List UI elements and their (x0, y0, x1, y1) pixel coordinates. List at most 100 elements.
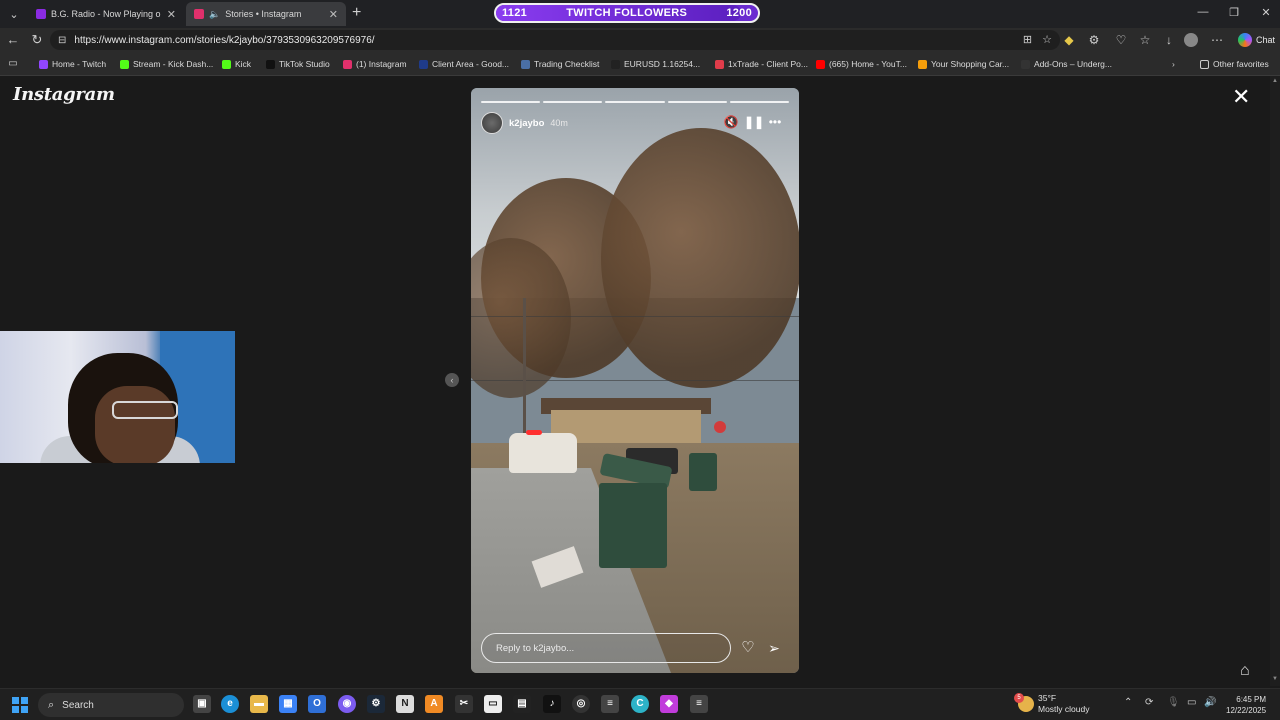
bookmark-label: Home - Twitch (52, 59, 107, 69)
microphone-icon[interactable]: 🎙 (1167, 697, 1180, 708)
other-favorites-folder[interactable]: Other favorites (1200, 57, 1269, 71)
start-menu-icon[interactable] (12, 697, 28, 713)
tab-list-dropdown-icon[interactable]: ⌄ (4, 4, 24, 24)
downloads-icon[interactable]: ↓ (1160, 31, 1178, 49)
story-scene-wire (471, 380, 799, 381)
tab-instagram-stories[interactable]: 🔈 Stories • Instagram ✕ (186, 2, 346, 26)
chrome-icon[interactable]: ◎ (572, 695, 590, 713)
close-story-icon[interactable]: ✕ (1232, 86, 1250, 108)
app-available-icon[interactable]: ⊞ (1023, 33, 1032, 46)
mute-icon[interactable]: 🔇 (723, 115, 739, 129)
instagram-logo[interactable]: Instagram (13, 84, 115, 105)
volume-icon[interactable]: 🔊 (1204, 697, 1216, 708)
profile-avatar-icon[interactable] (1184, 33, 1198, 47)
bookmark-item[interactable]: 1xTrade - Client Po... (715, 57, 808, 71)
progress-segment (481, 101, 541, 103)
extension-icon[interactable]: ◆ (1060, 31, 1078, 49)
bookmark-label: Client Area - Good... (432, 59, 510, 69)
chat-label: Chat (1256, 35, 1276, 45)
bookmark-item[interactable]: Client Area - Good... (419, 57, 509, 71)
site-info-icon[interactable]: ⊟ (58, 35, 66, 46)
app-stack-icon[interactable]: ≡ (690, 695, 708, 713)
story-scene-police-car (509, 433, 577, 473)
close-tab-icon[interactable]: ✕ (329, 8, 338, 21)
bookmark-item[interactable]: Trading Checklist (521, 57, 599, 71)
bookmark-item[interactable]: Stream - Kick Dash... (120, 57, 213, 71)
search-icon: ⌕ (48, 698, 55, 711)
story-scene-trash-bin (689, 453, 717, 491)
reply-input[interactable]: Reply to k2jaybo... (481, 633, 731, 663)
more-menu-icon[interactable]: ⋯ (1208, 31, 1226, 49)
scroll-down-icon[interactable]: ▼ (1272, 676, 1278, 682)
tab-actions-icon[interactable]: ▭ (4, 55, 22, 73)
bookmark-item[interactable]: Home - Twitch (39, 57, 106, 71)
progress-segment (667, 101, 727, 103)
new-tab-icon[interactable]: + (352, 4, 361, 22)
copilot-chat-button[interactable]: Chat (1232, 30, 1280, 50)
edge-browser-icon[interactable]: e (221, 695, 239, 713)
speaker-icon[interactable]: 🔈 (209, 9, 220, 20)
taskbar-search[interactable]: ⌕ Search (38, 693, 184, 717)
bookmark-favicon-icon (343, 59, 352, 69)
extensions-puzzle-icon[interactable]: ⚙ (1085, 31, 1103, 49)
more-options-icon[interactable]: ••• (767, 115, 783, 129)
app-stack-icon[interactable]: ≡ (601, 695, 619, 713)
scroll-up-icon[interactable]: ▲ (1272, 78, 1278, 84)
close-window-icon[interactable]: ✕ (1256, 6, 1276, 19)
tiktok-icon[interactable]: ♪ (543, 695, 561, 713)
bookmarks-overflow-icon[interactable]: › (1172, 57, 1175, 71)
minimize-icon[interactable]: — (1193, 6, 1213, 18)
file-explorer-icon[interactable]: ▬ (250, 695, 268, 713)
tray-overflow-icon[interactable]: ⌃ (1124, 697, 1132, 708)
story-card[interactable]: k2jaybo 40m 🔇 ❚❚ ••• Reply to k2jaybo...… (471, 88, 799, 673)
story-username[interactable]: k2jaybo (509, 118, 544, 129)
app-dark-icon[interactable]: ▤ (513, 695, 531, 713)
favorites-icon[interactable]: ☆ (1136, 31, 1154, 49)
app-purple-icon[interactable]: ◆ (660, 695, 678, 713)
app-a-icon[interactable]: A (425, 695, 443, 713)
notion-icon[interactable]: N (396, 695, 414, 713)
bookmark-item[interactable]: (1) Instagram (343, 57, 407, 71)
story-user-avatar[interactable] (481, 112, 503, 134)
tab-bg-radio[interactable]: B.G. Radio - Now Playing on I ✕ (28, 2, 184, 26)
favorite-star-icon[interactable]: ☆ (1042, 33, 1052, 46)
canva-icon[interactable]: C (631, 695, 649, 713)
tab-favicon-icon (36, 9, 46, 19)
folder-icon (1200, 59, 1209, 69)
share-send-icon[interactable]: ➢ (765, 639, 783, 657)
capcut-icon[interactable]: ✂ (455, 695, 473, 713)
bookmark-item[interactable]: EURUSD 1.16254... (611, 57, 700, 71)
bookmark-item[interactable]: Add-Ons – Underg... (1021, 57, 1112, 71)
sync-icon[interactable]: ⟳ (1145, 697, 1153, 708)
tab-title: Stories • Instagram (225, 9, 302, 19)
close-tab-icon[interactable]: ✕ (167, 8, 176, 21)
microsoft-store-icon[interactable]: ▦ (279, 695, 297, 713)
weather-badge: 5 (1014, 693, 1024, 703)
reply-placeholder: Reply to k2jaybo... (496, 642, 575, 654)
page-scrollbar[interactable] (1270, 76, 1280, 686)
restore-icon[interactable]: ❐ (1224, 6, 1244, 19)
outlook-icon[interactable]: O (308, 695, 326, 713)
discord-icon[interactable]: ◉ (338, 695, 356, 713)
obs-icon[interactable]: ▭ (484, 695, 502, 713)
task-view-icon[interactable]: ▣ (193, 695, 211, 713)
pause-icon[interactable]: ❚❚ (744, 115, 764, 129)
system-clock[interactable]: 6:45 PM 12/22/2025 (1226, 694, 1266, 716)
goal-label: TWITCH FOLLOWERS (566, 7, 688, 19)
reload-icon[interactable]: ↻ (28, 31, 46, 49)
bookmark-item[interactable]: TikTok Studio (266, 57, 330, 71)
previous-story-icon[interactable]: ‹ (445, 373, 459, 387)
steam-icon[interactable]: ⚙ (367, 695, 385, 713)
bookmark-item[interactable]: Kick (222, 57, 251, 71)
goal-target: 1200 (726, 7, 752, 19)
address-bar[interactable]: ⊟ https://www.instagram.com/stories/k2ja… (50, 30, 1060, 50)
network-icon[interactable]: ▭ (1187, 697, 1196, 708)
weather-widget[interactable]: 5 35°F Mostly cloudy (1014, 693, 1090, 715)
bookmark-item[interactable]: (665) Home - YouT... (816, 57, 907, 71)
url-text: https://www.instagram.com/stories/k2jayb… (74, 34, 375, 46)
bookmark-label: Stream - Kick Dash... (133, 59, 214, 69)
back-icon[interactable]: ← (4, 31, 22, 49)
browser-essentials-icon[interactable]: ♡ (1112, 31, 1130, 49)
like-heart-icon[interactable]: ♡ (739, 639, 757, 657)
bookmark-item[interactable]: Your Shopping Car... (918, 57, 1009, 71)
